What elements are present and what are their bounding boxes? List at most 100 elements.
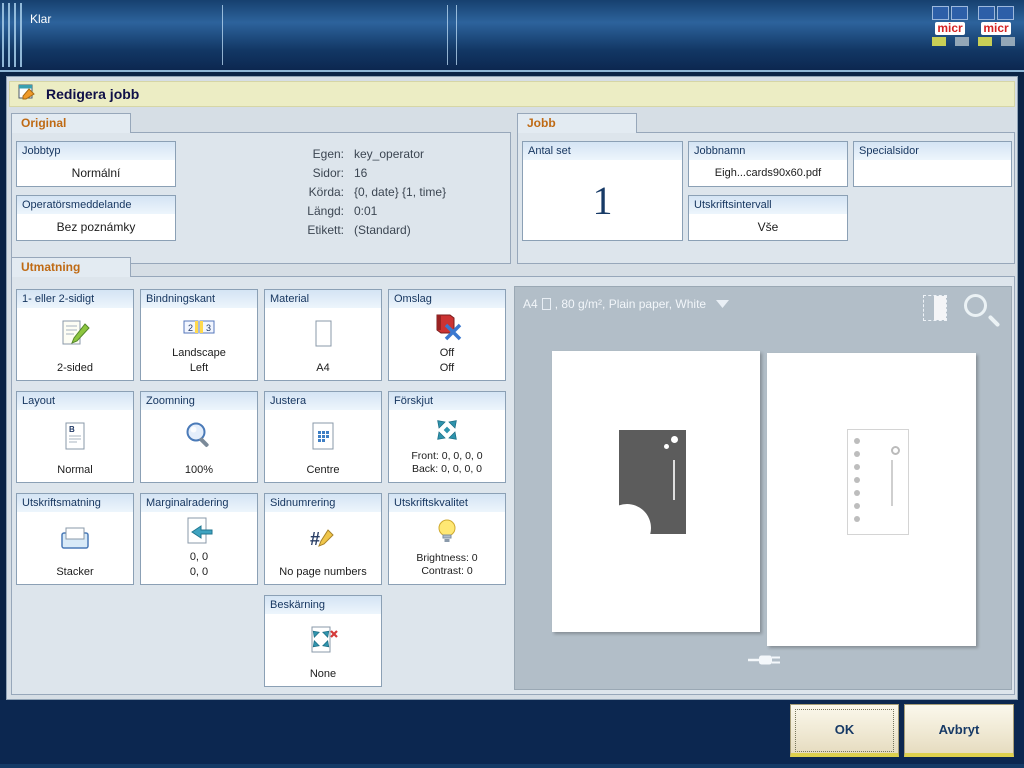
option-label: Marginalradering	[141, 494, 257, 512]
two-sided-icon	[17, 308, 133, 361]
option-align[interactable]: Justera Centre	[264, 391, 382, 483]
screen: Klar micr micr	[0, 0, 1024, 768]
svg-text:B: B	[69, 425, 75, 434]
option-crop[interactable]: Beskärning None	[264, 595, 382, 687]
plug-icon[interactable]	[747, 653, 783, 667]
page-layout-icon[interactable]	[923, 295, 947, 321]
crop-icon	[265, 614, 381, 667]
stacker-icon	[17, 512, 133, 565]
field-value: Bez poznámky	[17, 214, 175, 240]
field-label: Utskriftsintervall	[689, 196, 847, 214]
field-label: Antal set	[523, 142, 682, 160]
option-value: Landscape	[141, 346, 257, 360]
option-binding-edge[interactable]: Bindningskant 2 3 LandscapeLeft	[140, 289, 258, 381]
utskriftsintervall-field[interactable]: Utskriftsintervall Vše	[688, 195, 848, 241]
antal-set-field[interactable]: Antal set 1	[522, 141, 683, 241]
option-zoom[interactable]: Zoomning 100%	[140, 391, 258, 483]
option-page-numbering[interactable]: Sidnumrering # No page numbers	[264, 493, 382, 585]
page-number-icon: #	[265, 512, 381, 565]
option-label: Utskriftskvalitet	[389, 494, 505, 512]
option-label: Layout	[17, 392, 133, 410]
field-label: Jobbtyp	[17, 142, 175, 160]
topbar-divider	[447, 5, 448, 65]
info-value: (Standard)	[354, 221, 411, 240]
option-value: Stacker	[17, 565, 133, 579]
topbar-divider	[222, 5, 223, 65]
edit-job-icon	[18, 82, 38, 106]
card-artwork	[619, 430, 686, 534]
preview-page-1	[552, 351, 760, 632]
group-utmatning: 1- eller 2-sidigt 2-sided Bindningskant	[11, 276, 1015, 695]
info-row: Körda: {0, date} {1, time}	[268, 183, 446, 202]
covers-icon	[389, 308, 505, 346]
jobbtyp-field[interactable]: Jobbtyp Normální	[16, 141, 176, 187]
option-covers[interactable]: Omslag OffOff	[388, 289, 506, 381]
option-value: 2-sided	[17, 361, 133, 375]
option-label: Beskärning	[265, 596, 381, 614]
paper-size: A4	[523, 297, 538, 311]
option-label: Justera	[265, 392, 381, 410]
option-label: Omslag	[389, 290, 505, 308]
option-value: Contrast: 0	[389, 565, 505, 579]
topbar-divider	[456, 5, 457, 65]
tab-jobb[interactable]: Jobb	[517, 113, 637, 133]
paper-stock-selector[interactable]: A4 , 80 g/m², Plain paper, White	[523, 297, 729, 311]
option-print-quality[interactable]: Utskriftskvalitet Brightness: 0Contrast:…	[388, 493, 506, 585]
info-label: Etikett:	[268, 221, 344, 240]
paper-sheet-icon	[542, 298, 551, 310]
set-count-value: 1	[593, 177, 613, 224]
option-sides[interactable]: 1- eller 2-sidigt 2-sided	[16, 289, 134, 381]
option-label: Material	[265, 290, 381, 308]
option-label: Zoomning	[141, 392, 257, 410]
info-value: {0, date} {1, time}	[354, 183, 446, 202]
field-value: Normální	[17, 160, 175, 186]
paper-icon	[265, 308, 381, 361]
specialsidor-field[interactable]: Specialsidor	[853, 141, 1012, 187]
status-text: Klar	[30, 12, 51, 26]
option-output-destination[interactable]: Utskriftsmatning Stacker	[16, 493, 134, 585]
info-value: 16	[354, 164, 367, 183]
operator-message-field[interactable]: Operatörsmeddelande Bez poznámky	[16, 195, 176, 241]
jobbnamn-field[interactable]: Jobbnamn Eigh...cards90x60.pdf	[688, 141, 848, 187]
zoom-icon	[141, 410, 257, 463]
info-label: Sidor:	[268, 164, 344, 183]
info-value: key_operator	[354, 145, 424, 164]
option-material[interactable]: Material A4	[264, 289, 382, 381]
cancel-button[interactable]: Avbryt	[904, 704, 1014, 757]
micr-logo: micr	[976, 6, 1016, 46]
option-value: 100%	[141, 463, 257, 477]
ok-button[interactable]: OK	[790, 704, 899, 757]
option-shift[interactable]: Förskjut Front: 0, 0, 0, 0Back: 0, 0, 0,…	[388, 391, 506, 483]
layout-icon: B	[17, 410, 133, 463]
option-value: None	[265, 667, 381, 681]
field-value: Eigh...cards90x60.pdf	[689, 160, 847, 186]
micr-logo: micr	[930, 6, 970, 46]
info-label: Körda:	[268, 183, 344, 202]
topbar: Klar micr micr	[0, 0, 1024, 72]
option-layout[interactable]: Layout B Normal	[16, 391, 134, 483]
option-label: Sidnumrering	[265, 494, 381, 512]
option-value: Back: 0, 0, 0, 0	[389, 463, 505, 477]
group-original: Jobbtyp Normální Operatörsmeddelande Bez…	[11, 132, 511, 264]
align-icon	[265, 410, 381, 463]
option-value: Off	[389, 361, 505, 375]
option-margin-erase[interactable]: Marginalradering 0, 00, 0	[140, 493, 258, 585]
info-row: Längd:0:01	[268, 202, 446, 221]
field-label: Specialsidor	[854, 142, 1011, 160]
group-jobb: Antal set 1 Jobbnamn Eigh...cards90x60.p…	[517, 132, 1015, 264]
logo-baseline-icon	[978, 37, 1015, 46]
shift-icon	[389, 410, 505, 450]
option-value: Centre	[265, 463, 381, 477]
option-value: Brightness: 0	[389, 552, 505, 566]
magnifier-icon[interactable]	[961, 291, 1001, 331]
tab-original[interactable]: Original	[11, 113, 131, 133]
option-value: Front: 0, 0, 0, 0	[389, 450, 505, 464]
option-value: 0, 0	[141, 565, 257, 579]
option-label: Bindningskant	[141, 290, 257, 308]
option-label: 1- eller 2-sidigt	[17, 290, 133, 308]
option-value: 0, 0	[141, 550, 257, 564]
option-label: Förskjut	[389, 392, 505, 410]
field-value	[854, 160, 1011, 186]
binding-edge-icon: 2 3	[141, 308, 257, 346]
tab-utmatning[interactable]: Utmatning	[11, 257, 131, 277]
